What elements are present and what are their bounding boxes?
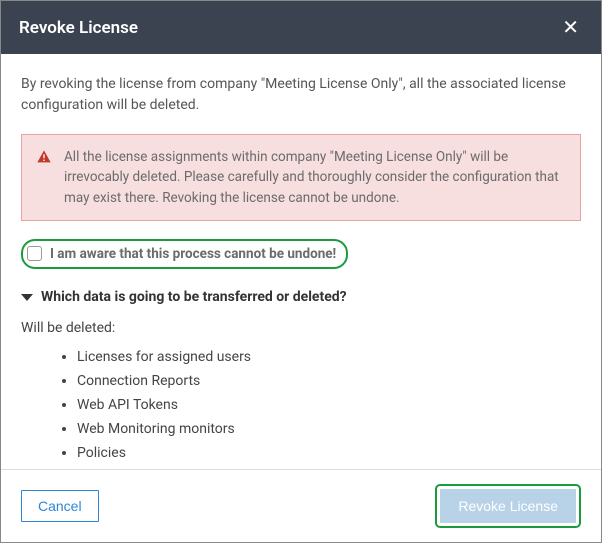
revoke-license-button[interactable]: Revoke License: [440, 489, 576, 523]
revoke-highlight: Revoke License: [435, 484, 581, 528]
awareness-label: I am aware that this process cannot be u…: [50, 244, 336, 264]
details-heading: Which data is going to be transferred or…: [41, 287, 347, 308]
revoke-license-dialog: Revoke License ✕ By revoking the license…: [0, 0, 602, 543]
deleted-list: Licenses for assigned users Connection R…: [21, 347, 581, 469]
chevron-down-icon: [21, 294, 33, 301]
dialog-header: Revoke License ✕: [1, 1, 601, 54]
intro-text: By revoking the license from company "Me…: [21, 74, 581, 116]
awareness-row[interactable]: I am aware that this process cannot be u…: [21, 239, 348, 269]
cancel-button[interactable]: Cancel: [21, 490, 99, 522]
details-toggle[interactable]: Which data is going to be transferred or…: [21, 287, 581, 308]
dialog-title: Revoke License: [19, 18, 138, 38]
list-item: Connection Reports: [77, 371, 581, 392]
dialog-body: By revoking the license from company "Me…: [1, 54, 601, 469]
list-item: Web API Tokens: [77, 395, 581, 416]
dialog-footer: Cancel Revoke License: [1, 469, 601, 542]
close-button[interactable]: ✕: [558, 15, 583, 40]
list-item: Policies: [77, 443, 581, 464]
close-icon: ✕: [562, 17, 579, 39]
warning-box: All the license assignments within compa…: [21, 134, 581, 221]
warning-icon: [36, 149, 52, 165]
list-item: Licenses for assigned users: [77, 347, 581, 368]
awareness-checkbox[interactable]: [27, 246, 42, 261]
list-item: Web Monitoring monitors: [77, 419, 581, 440]
warning-text: All the license assignments within compa…: [64, 147, 566, 208]
deleted-label: Will be deleted:: [21, 318, 581, 339]
